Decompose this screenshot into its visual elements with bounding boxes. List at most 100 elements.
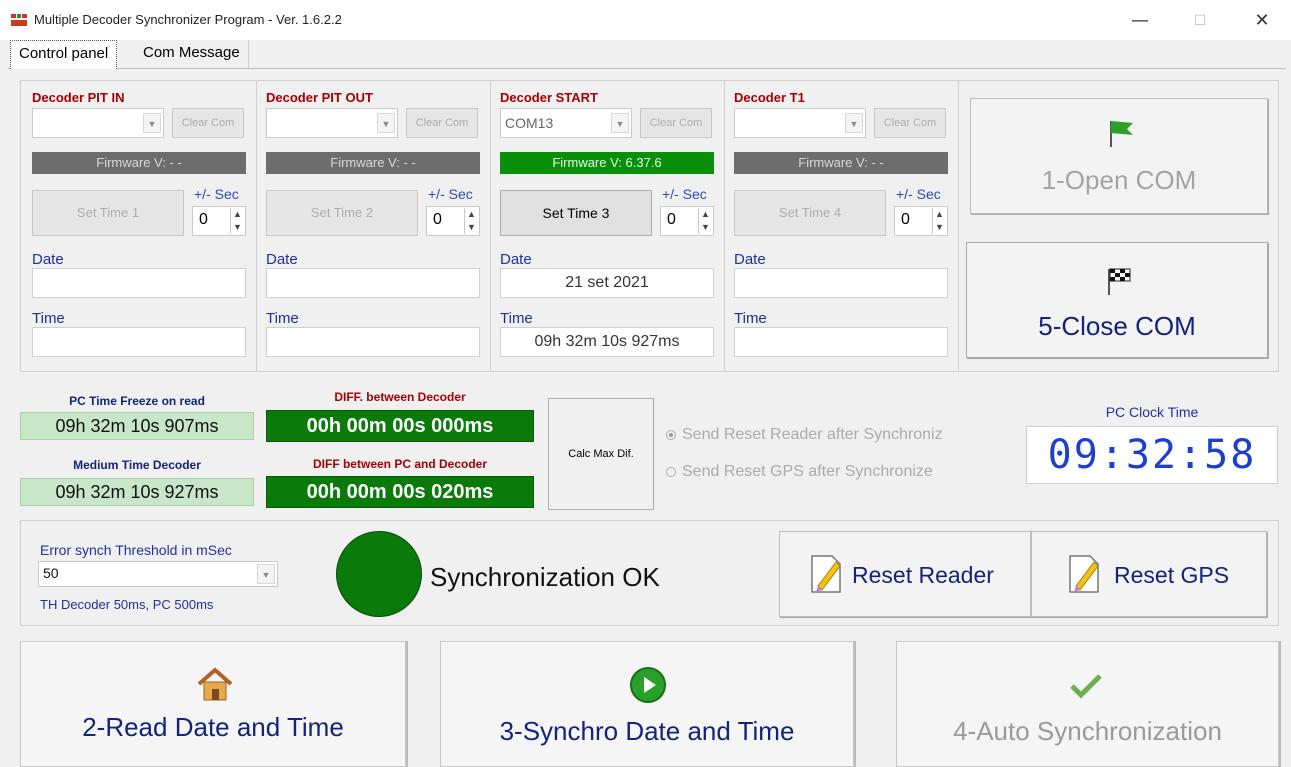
plusminus-label: +/- Sec bbox=[194, 186, 239, 202]
spin-arrows-icon[interactable]: ▲ ▼ bbox=[932, 208, 946, 234]
com-select[interactable]: ▼ bbox=[266, 108, 398, 138]
pc-clock-display: 09:32:58 bbox=[1026, 426, 1278, 484]
read-date-time-button[interactable]: 2-Read Date and Time bbox=[20, 641, 406, 767]
sec-spinner[interactable]: 0 ▲ ▼ bbox=[660, 206, 714, 236]
firmware-bar: Firmware V: - - bbox=[266, 152, 480, 174]
time-label: Time bbox=[500, 310, 533, 327]
checkmark-icon bbox=[1070, 674, 1102, 699]
divider bbox=[958, 80, 959, 372]
sec-value: 0 bbox=[433, 211, 442, 228]
home-icon bbox=[197, 667, 233, 701]
com-select[interactable]: COM13 ▼ bbox=[500, 108, 632, 138]
auto-synchronization-button[interactable]: 4-Auto Synchronization bbox=[896, 641, 1279, 767]
open-com-label: 1-Open COM bbox=[1041, 165, 1197, 195]
close-button[interactable]: ✕ bbox=[1242, 6, 1282, 36]
clear-com-button[interactable]: Clear Com bbox=[640, 108, 712, 138]
com-value: COM13 bbox=[505, 115, 554, 131]
date-label: Date bbox=[500, 251, 532, 268]
sync-status-text: Synchronization OK bbox=[430, 562, 660, 592]
divider bbox=[490, 80, 491, 372]
sec-spinner[interactable]: 0 ▲ ▼ bbox=[192, 206, 246, 236]
reset-reader-option-label: Send Reset Reader after Synchroniz bbox=[682, 426, 943, 443]
open-com-button[interactable]: 1-Open COM bbox=[970, 98, 1268, 214]
diff-pc-label: DIFF between PC and Decoder bbox=[312, 457, 488, 471]
time-label: Time bbox=[266, 310, 299, 327]
date-field bbox=[32, 268, 246, 298]
sec-value: 0 bbox=[667, 211, 676, 228]
diff-decoder-value: 00h 00m 00s 000ms bbox=[266, 410, 534, 442]
synchro-date-time-button[interactable]: 3-Synchro Date and Time bbox=[440, 641, 854, 767]
plusminus-label: +/- Sec bbox=[896, 186, 941, 202]
set-time-button[interactable]: Set Time 2 bbox=[266, 190, 418, 236]
window-title: Multiple Decoder Synchronizer Program - … bbox=[34, 12, 342, 27]
chevron-down-icon: ▼ bbox=[257, 564, 275, 584]
app-icon bbox=[10, 12, 28, 28]
com-select[interactable]: ▼ bbox=[32, 108, 164, 138]
radio-checked-icon bbox=[666, 429, 676, 440]
reset-gps-button[interactable]: Reset GPS bbox=[1031, 531, 1267, 617]
medium-time-value: 09h 32m 10s 927ms bbox=[20, 478, 254, 506]
chevron-down-icon: ▼ bbox=[377, 113, 395, 133]
pc-freeze-value: 09h 32m 10s 907ms bbox=[20, 412, 254, 440]
reset-gps-label: Reset GPS bbox=[1114, 562, 1230, 588]
set-time-button[interactable]: Set Time 1 bbox=[32, 190, 184, 236]
diff-decoder-label: DIFF. between Decoder bbox=[334, 390, 466, 404]
calc-max-dif-button[interactable]: Calc Max Dif. bbox=[548, 398, 654, 510]
green-flag-icon bbox=[1110, 121, 1133, 147]
time-label: Time bbox=[734, 310, 767, 327]
maximize-button[interactable]: ☐ bbox=[1180, 6, 1220, 36]
minimize-button[interactable]: — bbox=[1120, 6, 1160, 36]
reset-reader-label: Reset Reader bbox=[852, 562, 994, 588]
sec-spinner[interactable]: 0 ▲ ▼ bbox=[426, 206, 480, 236]
chevron-down-icon: ▼ bbox=[611, 113, 629, 133]
play-icon bbox=[630, 667, 666, 703]
set-time-button[interactable]: Set Time 4 bbox=[734, 190, 886, 236]
decoder-title: Decoder T1 bbox=[734, 90, 805, 105]
threshold-select[interactable]: 50 ▼ bbox=[38, 561, 278, 587]
edit-document-icon bbox=[1069, 555, 1099, 593]
checkered-flag-icon bbox=[1108, 268, 1131, 295]
date-field bbox=[266, 268, 480, 298]
chevron-down-icon: ▼ bbox=[845, 113, 863, 133]
decoder-title: Decoder PIT IN bbox=[32, 90, 125, 105]
clear-com-button[interactable]: Clear Com bbox=[874, 108, 946, 138]
chevron-down-icon: ▼ bbox=[143, 113, 161, 133]
spin-arrows-icon[interactable]: ▲ ▼ bbox=[230, 208, 244, 234]
clear-com-button[interactable]: Clear Com bbox=[172, 108, 244, 138]
sec-spinner[interactable]: 0 ▲ ▼ bbox=[894, 206, 948, 236]
reset-reader-button[interactable]: Reset Reader bbox=[779, 531, 1031, 617]
reset-reader-option[interactable]: Send Reset Reader after Synchroniz bbox=[666, 426, 1026, 444]
time-field: 09h 32m 10s 927ms bbox=[500, 327, 714, 357]
set-time-button[interactable]: Set Time 3 bbox=[500, 190, 652, 236]
edit-document-icon bbox=[811, 555, 841, 593]
date-label: Date bbox=[734, 251, 766, 268]
threshold-value: 50 bbox=[43, 565, 59, 581]
plusminus-label: +/- Sec bbox=[428, 186, 473, 202]
spin-arrows-icon[interactable]: ▲ ▼ bbox=[698, 208, 712, 234]
auto-synchronization-label: 4-Auto Synchronization bbox=[953, 716, 1222, 746]
read-date-time-label: 2-Read Date and Time bbox=[82, 712, 344, 742]
date-field bbox=[734, 268, 948, 298]
close-com-button[interactable]: 5-Close COM bbox=[966, 242, 1268, 358]
reset-gps-option[interactable]: Send Reset GPS after Synchronize bbox=[666, 463, 1026, 481]
date-field: 21 set 2021 bbox=[500, 268, 714, 298]
tab-divider bbox=[8, 68, 1286, 69]
decoder-title: Decoder START bbox=[500, 90, 598, 105]
spin-arrows-icon[interactable]: ▲ ▼ bbox=[464, 208, 478, 234]
com-select[interactable]: ▼ bbox=[734, 108, 866, 138]
clock-label: PC Clock Time bbox=[1105, 404, 1199, 420]
sec-value: 0 bbox=[199, 211, 208, 228]
firmware-bar: Firmware V: - - bbox=[32, 152, 246, 174]
time-label: Time bbox=[32, 310, 65, 327]
firmware-bar: Firmware V: 6.37.6 bbox=[500, 152, 714, 174]
threshold-note: TH Decoder 50ms, PC 500ms bbox=[40, 597, 214, 612]
time-field bbox=[32, 327, 246, 357]
synchro-date-time-label: 3-Synchro Date and Time bbox=[499, 716, 795, 746]
clear-com-button[interactable]: Clear Com bbox=[406, 108, 478, 138]
tab-com-message[interactable]: Com Message bbox=[135, 40, 249, 68]
reset-gps-option-label: Send Reset GPS after Synchronize bbox=[682, 463, 933, 480]
firmware-bar: Firmware V: - - bbox=[734, 152, 948, 174]
plusminus-label: +/- Sec bbox=[662, 186, 707, 202]
tab-control-panel[interactable]: Control panel bbox=[10, 40, 118, 69]
medium-time-label: Medium Time Decoder bbox=[73, 458, 201, 472]
